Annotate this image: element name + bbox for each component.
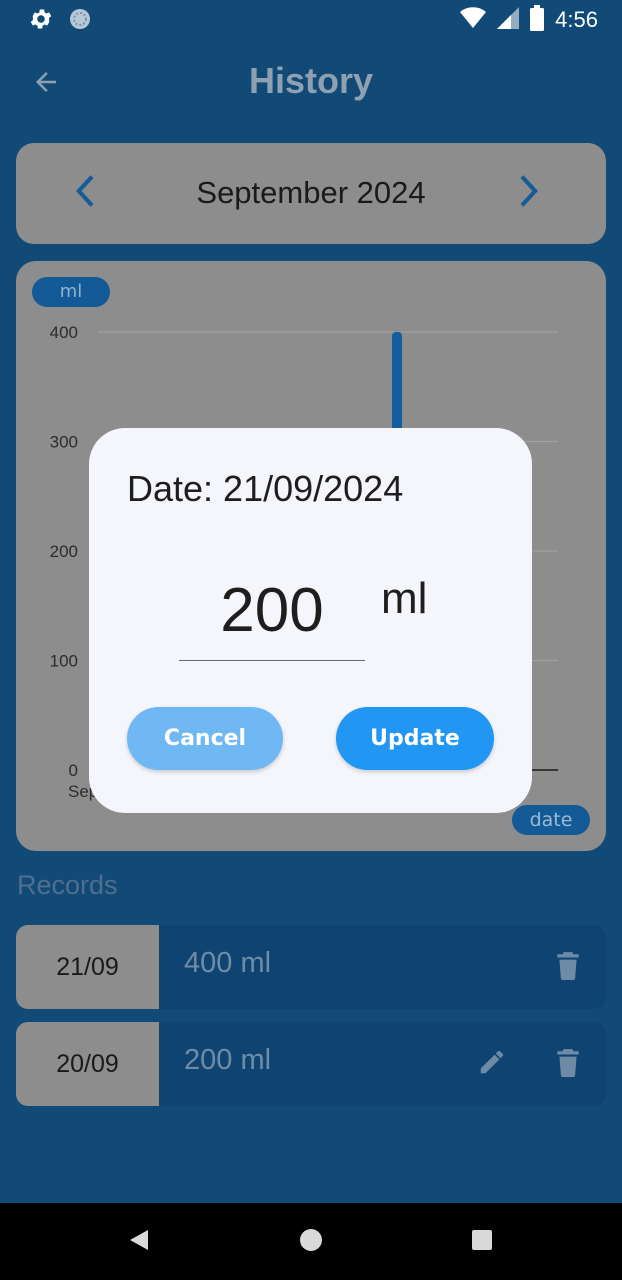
battery-icon [529, 5, 545, 35]
history-screen: 4:56 History September 2024 0 100 200 300 40… [0, 0, 622, 1280]
nav-recents-button[interactable] [467, 1227, 497, 1257]
record-date: 21/09 [16, 925, 159, 1009]
delete-record-button[interactable] [550, 949, 586, 985]
record-row: 21/09 400 ml [16, 925, 606, 1009]
gear-icon [28, 6, 54, 36]
y-unit-chip: ml [32, 277, 110, 307]
page-title: History [248, 60, 374, 101]
amount-input[interactable] [179, 560, 365, 661]
next-month-button[interactable] [506, 171, 550, 215]
y-tick-label: 200 [50, 542, 78, 561]
status-time: 4:56 [555, 7, 598, 32]
dialog-date: Date: 21/09/2024 [127, 468, 404, 509]
y-tick-label: 300 [50, 433, 78, 452]
delete-record-button[interactable] [550, 1046, 586, 1082]
chevron-right-icon [513, 173, 543, 213]
system-nav-bar [0, 1203, 622, 1280]
y-tick-label: 0 [69, 761, 78, 780]
square-recents-icon [471, 1229, 493, 1255]
trash-icon [555, 1047, 581, 1081]
edit-record-dialog: Date: 21/09/2024 ml Cancel Update [89, 428, 532, 813]
record-row: 20/09 200 ml [16, 1022, 606, 1106]
signal-icon [497, 7, 520, 33]
y-tick-label: 400 [50, 323, 78, 342]
trash-icon [555, 950, 581, 984]
triangle-back-icon [128, 1228, 150, 1256]
records-heading: Records [17, 870, 118, 900]
y-tick-label: 100 [50, 652, 78, 671]
x-unit-chip: date [512, 805, 590, 835]
nav-home-button[interactable] [296, 1227, 326, 1257]
status-bar: 4:56 [0, 0, 622, 40]
sync-icon [68, 7, 92, 35]
app-bar: History [0, 40, 622, 130]
month-selector: September 2024 [16, 143, 606, 244]
edit-record-button[interactable] [474, 1046, 510, 1082]
wifi-icon [459, 6, 487, 34]
dialog-unit: ml [381, 574, 428, 623]
update-button[interactable]: Update [336, 707, 494, 770]
nav-back-button[interactable] [124, 1227, 154, 1257]
record-amount: 200 ml [184, 1044, 272, 1076]
pencil-icon [477, 1047, 507, 1081]
cancel-button[interactable]: Cancel [127, 707, 283, 770]
circle-home-icon [299, 1228, 323, 1256]
record-amount: 400 ml [184, 947, 272, 979]
record-date: 20/09 [16, 1022, 159, 1106]
